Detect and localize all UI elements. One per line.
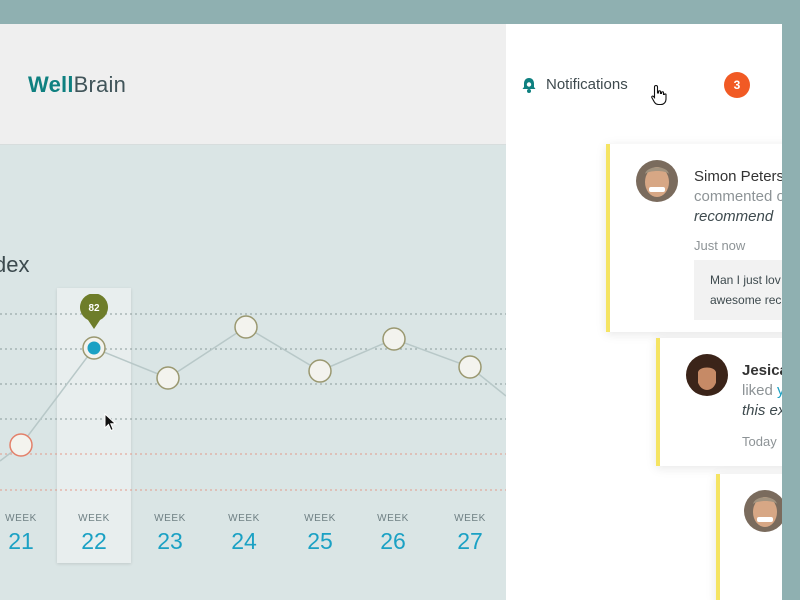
- week-label[interactable]: WEEK 21: [0, 513, 51, 555]
- arrow-cursor-icon: [104, 413, 117, 432]
- data-point-week-24: [234, 315, 258, 339]
- notification-card[interactable]: Jesica liked y this ex Today: [656, 338, 782, 466]
- data-point-week-25: [308, 359, 332, 383]
- notifications-title[interactable]: Notifications: [546, 76, 628, 93]
- week-label[interactable]: WEEK 26: [363, 513, 423, 555]
- notification-card[interactable]: Simon Peters commented o recommend Just …: [606, 144, 782, 332]
- data-point-week-21: [9, 433, 33, 457]
- selected-value-label: 82: [88, 303, 100, 314]
- notification-author[interactable]: Jesica: [742, 362, 782, 379]
- data-point-week-22-dot: [87, 341, 101, 355]
- week-number: 25: [307, 528, 333, 554]
- week-number: 24: [231, 528, 257, 554]
- week-number: 27: [457, 528, 483, 554]
- comment-line: awesome rec: [710, 293, 782, 307]
- comment-line: Man I just lov: [710, 273, 781, 287]
- notifications-panel: Notifications 3 Simon Peters commented o…: [506, 24, 782, 600]
- notification-action: liked y: [742, 382, 782, 399]
- background-edge: [782, 0, 800, 600]
- week-prefix: WEEK: [377, 513, 409, 524]
- week-prefix: WEEK: [228, 513, 260, 524]
- week-prefix: WEEK: [78, 513, 110, 524]
- notification-time: Today: [742, 434, 777, 449]
- week-label[interactable]: WEEK 23: [140, 513, 200, 555]
- data-point-week-27: [458, 355, 482, 379]
- week-number: 21: [8, 528, 34, 554]
- notification-action: commented o: [694, 188, 782, 205]
- week-number: 26: [380, 528, 406, 554]
- action-text: liked: [742, 382, 778, 399]
- week-prefix: WEEK: [454, 513, 486, 524]
- week-prefix: WEEK: [154, 513, 186, 524]
- notification-count-badge: 3: [724, 72, 750, 98]
- hand-pointer-icon: [651, 84, 667, 106]
- notification-quote: recommend: [694, 208, 774, 225]
- comment-preview: Man I just lov awesome rec: [694, 260, 782, 320]
- avatar: [744, 490, 782, 532]
- week-label[interactable]: WEEK 27: [440, 513, 500, 555]
- week-prefix: WEEK: [304, 513, 336, 524]
- bell-icon[interactable]: [520, 76, 538, 94]
- week-number: 22: [81, 528, 107, 554]
- notification-time: Just now: [694, 238, 746, 253]
- week-label[interactable]: WEEK 25: [290, 513, 350, 555]
- week-prefix: WEEK: [5, 513, 37, 524]
- notification-card[interactable]: [716, 474, 782, 600]
- notification-quote: this ex: [742, 402, 782, 419]
- data-point-week-26: [382, 327, 406, 351]
- notification-author[interactable]: Simon Peters: [694, 168, 782, 185]
- week-label[interactable]: WEEK 22: [64, 513, 124, 555]
- data-point-week-23: [156, 366, 180, 390]
- avatar: [636, 160, 678, 202]
- series-line: [0, 326, 506, 462]
- dashboard-window: WellBrain dex 82 WEEK 21 WEEK 22 WEEK 23…: [0, 24, 506, 600]
- week-number: 23: [157, 528, 183, 554]
- week-label[interactable]: WEEK 24: [214, 513, 274, 555]
- avatar: [686, 354, 728, 396]
